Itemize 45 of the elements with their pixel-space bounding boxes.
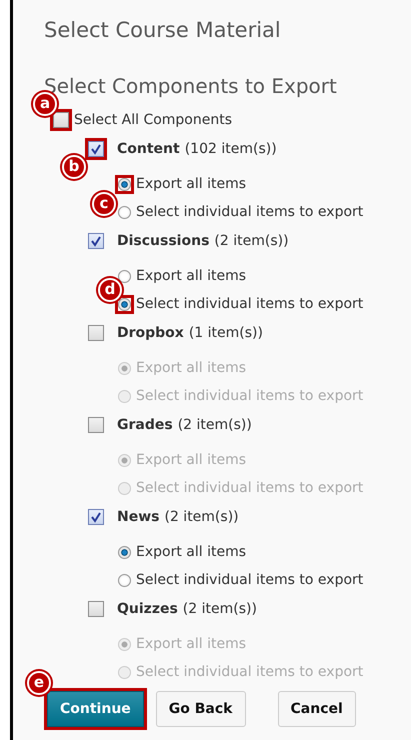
component-name: Discussions [117,232,210,248]
radio-label: Export all items [136,544,246,560]
radio-label: Select individual items to export [136,572,364,588]
radio-label: Export all items [136,268,246,284]
radio-label: Select individual items to export [136,296,364,312]
item-count: (2 item(s)) [182,600,257,616]
secondary-button[interactable]: Cancel [278,691,356,727]
component-name: Quizzes [117,600,178,616]
component-name: News [117,508,160,524]
radio-button[interactable] [118,574,131,586]
radio-label: Select individual items to export [136,204,364,220]
radio-button[interactable] [118,298,131,310]
component-name: Content [117,140,180,156]
continue-button[interactable]: Continue [47,691,144,727]
item-count: (1 item(s)) [188,324,263,340]
item-count: (2 item(s)) [164,508,239,524]
radio-button[interactable] [118,178,131,190]
radio-label: Export all items [136,636,246,652]
callout-badge: a [33,92,57,116]
component-name: Dropbox [117,324,184,340]
item-count: (2 item(s)) [178,416,252,432]
checkbox-label: Select All Components [74,112,232,128]
callout-badge: b [62,154,86,178]
radio-button[interactable] [118,546,131,558]
item-count: (2 item(s)) [214,232,289,248]
radio-label: Select individual items to export [136,664,364,680]
callout-badge: d [98,278,122,302]
page-title: Select Course Material [44,18,282,44]
secondary-button[interactable]: Go Back [156,691,246,727]
radio-label: Export all items [136,176,246,192]
callout-badge: c [92,192,116,216]
component-name: Grades [117,416,173,432]
checkbox[interactable] [88,600,104,616]
radio-label: Export all items [136,452,246,468]
checkbox[interactable] [88,508,104,524]
radio-button[interactable] [118,206,131,218]
radio-label: Select individual items to export [136,388,364,404]
radio-label: Export all items [136,360,246,376]
callout-badge: e [27,671,51,695]
radio-button[interactable] [118,270,131,282]
checkbox[interactable] [88,324,104,340]
item-count: (102 item(s)) [184,140,277,156]
checkbox[interactable] [88,416,104,432]
radio-label: Select individual items to export [136,480,364,496]
checkbox[interactable] [88,232,104,248]
